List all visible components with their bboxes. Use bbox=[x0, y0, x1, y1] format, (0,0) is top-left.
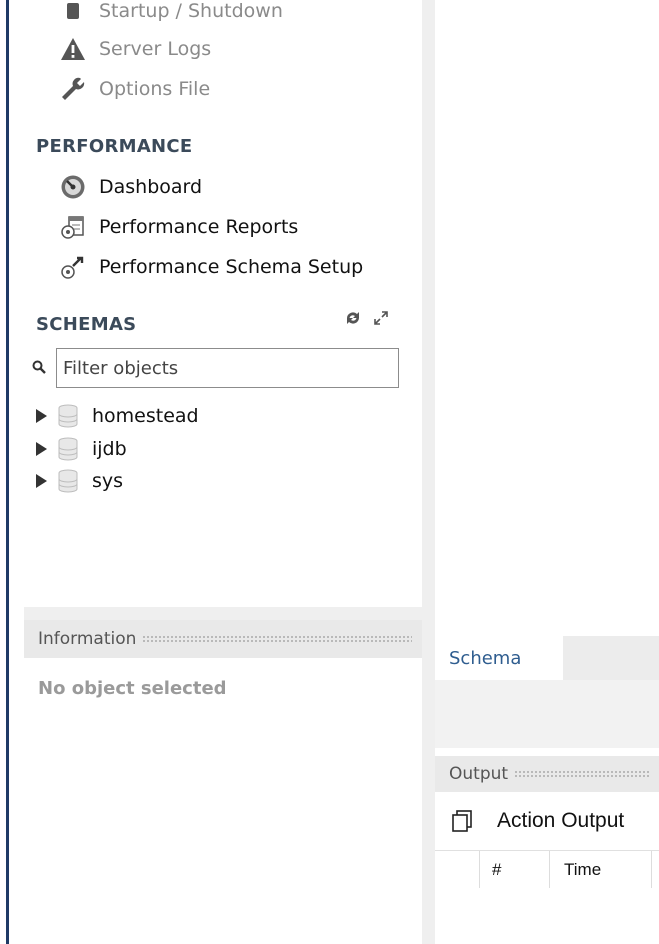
database-icon bbox=[58, 404, 80, 428]
schema-tree-item-homestead[interactable]: homestead bbox=[36, 401, 199, 431]
schema-name: sys bbox=[92, 470, 124, 492]
column-header-time[interactable]: Time bbox=[550, 851, 652, 889]
nav-item-options-file[interactable]: Options File bbox=[60, 74, 210, 104]
panel-splitter-horizontal[interactable] bbox=[24, 607, 422, 620]
nav-item-server-logs[interactable]: Server Logs bbox=[60, 34, 211, 64]
reports-icon bbox=[60, 214, 86, 240]
expand-arrow-icon[interactable] bbox=[36, 409, 48, 423]
performance-section-title: PERFORMANCE bbox=[36, 136, 193, 157]
nav-item-dashboard[interactable]: Dashboard bbox=[60, 172, 202, 202]
schema-tab-content bbox=[435, 680, 659, 748]
panel-splitter-vertical[interactable] bbox=[422, 0, 435, 944]
schemas-section-title: SCHEMAS bbox=[36, 314, 137, 335]
tab-schema[interactable]: Schema bbox=[435, 636, 563, 680]
editor-area bbox=[435, 0, 659, 636]
expand-arrow-icon[interactable] bbox=[36, 474, 48, 488]
output-table-header: # Time bbox=[435, 850, 659, 889]
nav-item-label: Performance Schema Setup bbox=[99, 256, 364, 278]
window-left-border bbox=[0, 0, 13, 944]
schemas-toolbar bbox=[345, 310, 389, 330]
warning-icon bbox=[60, 36, 86, 62]
output-toolbar: Action Output bbox=[435, 792, 659, 850]
dashboard-gauge-icon bbox=[60, 174, 86, 200]
output-type-selector[interactable]: Action Output bbox=[497, 809, 624, 833]
nav-item-performance-schema-setup[interactable]: Performance Schema Setup bbox=[60, 252, 363, 282]
schema-filter-row bbox=[32, 348, 399, 388]
navigator-panel: Startup / Shutdown Server Logs Options F… bbox=[24, 0, 422, 607]
expand-icon[interactable] bbox=[373, 310, 389, 330]
column-header-status bbox=[435, 851, 480, 889]
bottom-tab-bar: Schema bbox=[435, 636, 659, 680]
output-title: Output bbox=[449, 764, 509, 784]
no-object-selected-text: No object selected bbox=[38, 678, 227, 699]
schema-tree-item-ijdb[interactable]: ijdb bbox=[36, 434, 127, 464]
refresh-icon[interactable] bbox=[345, 310, 361, 330]
power-icon bbox=[60, 0, 86, 24]
schema-name: homestead bbox=[92, 405, 199, 427]
header-grip bbox=[142, 634, 412, 644]
expand-arrow-icon[interactable] bbox=[36, 442, 48, 456]
database-icon bbox=[58, 437, 80, 461]
nav-item-performance-reports[interactable]: Performance Reports bbox=[60, 212, 298, 242]
nav-item-label: Performance Reports bbox=[99, 216, 299, 238]
nav-item-label: Server Logs bbox=[99, 38, 212, 60]
information-panel-body: No object selected bbox=[24, 658, 422, 944]
schema-name: ijdb bbox=[92, 438, 127, 460]
search-icon bbox=[32, 359, 46, 378]
schema-tree-item-sys[interactable]: sys bbox=[36, 466, 123, 496]
information-title: Information bbox=[38, 629, 137, 649]
nav-item-label: Startup / Shutdown bbox=[99, 0, 283, 22]
output-table-body bbox=[435, 888, 659, 944]
copy-icon[interactable] bbox=[451, 809, 475, 833]
nav-item-startup-shutdown[interactable]: Startup / Shutdown bbox=[60, 0, 283, 26]
nav-item-label: Options File bbox=[99, 78, 211, 100]
database-icon bbox=[58, 469, 80, 493]
information-panel-header: Information bbox=[24, 620, 422, 658]
column-header-number[interactable]: # bbox=[480, 851, 550, 889]
output-panel-header: Output bbox=[435, 756, 659, 792]
nav-item-label: Dashboard bbox=[99, 176, 203, 198]
schema-filter-input[interactable] bbox=[56, 348, 399, 388]
wrench-icon bbox=[60, 76, 86, 102]
header-grip bbox=[514, 769, 649, 779]
schema-setup-icon bbox=[60, 254, 86, 280]
